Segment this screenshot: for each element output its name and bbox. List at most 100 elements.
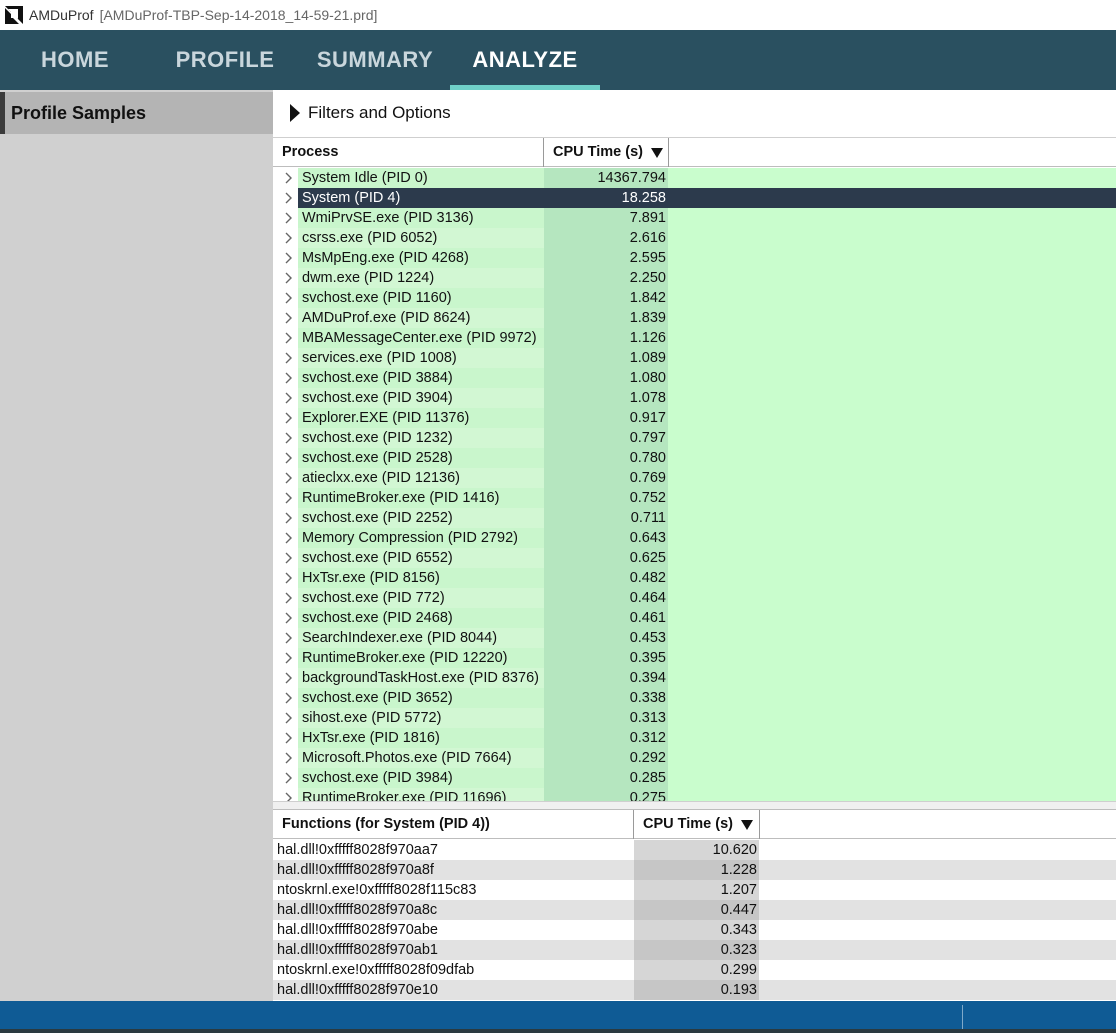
process-row[interactable]: svchost.exe (PID 1232) 0.797 [273, 428, 1116, 448]
row-filler [668, 188, 1116, 208]
process-row[interactable]: Microsoft.Photos.exe (PID 7664) 0.292 [273, 748, 1116, 768]
column-divider[interactable] [759, 810, 760, 839]
chevron-right-icon[interactable] [282, 591, 296, 605]
sort-descending-icon[interactable] [651, 148, 663, 158]
chevron-right-icon[interactable] [282, 311, 296, 325]
process-row[interactable]: HxTsr.exe (PID 8156) 0.482 [273, 568, 1116, 588]
process-row[interactable]: WmiPrvSE.exe (PID 3136) 7.891 [273, 208, 1116, 228]
process-row[interactable]: svchost.exe (PID 6552) 0.625 [273, 548, 1116, 568]
row-filler [668, 588, 1116, 608]
column-divider[interactable] [668, 138, 669, 167]
function-name-cell: hal.dll!0xfffff8028f970a8c [273, 900, 634, 920]
filters-and-options-toggle[interactable]: Filters and Options [273, 90, 1116, 136]
chevron-right-icon[interactable] [282, 191, 296, 205]
column-header-functions[interactable]: Functions (for System (PID 4)) [273, 810, 633, 839]
tab-home[interactable]: HOME [25, 30, 125, 90]
process-row[interactable]: MsMpEng.exe (PID 4268) 2.595 [273, 248, 1116, 268]
chevron-right-icon[interactable] [282, 691, 296, 705]
process-name-cell: MBAMessageCenter.exe (PID 9972) [298, 328, 544, 348]
process-row[interactable]: MBAMessageCenter.exe (PID 9972) 1.126 [273, 328, 1116, 348]
chevron-right-icon[interactable] [282, 571, 296, 585]
function-row[interactable]: hal.dll!0xfffff8028f970ab1 0.323 [273, 940, 1116, 960]
process-row[interactable]: svchost.exe (PID 3884) 1.080 [273, 368, 1116, 388]
splitter[interactable] [273, 801, 1116, 809]
column-header-cpu-time[interactable]: CPU Time (s) [544, 138, 668, 167]
function-row[interactable]: ntoskrnl.exe!0xfffff8028f115c83 1.207 [273, 880, 1116, 900]
row-filler [668, 628, 1116, 648]
chevron-right-icon[interactable] [282, 531, 296, 545]
process-name-cell: dwm.exe (PID 1224) [298, 268, 544, 288]
process-row[interactable]: Explorer.EXE (PID 11376) 0.917 [273, 408, 1116, 428]
process-row[interactable]: svchost.exe (PID 2528) 0.780 [273, 448, 1116, 468]
process-name-cell: System (PID 4) [298, 188, 544, 208]
chevron-right-icon[interactable] [282, 291, 296, 305]
tab-profile[interactable]: PROFILE [160, 30, 290, 90]
chevron-right-icon[interactable] [282, 231, 296, 245]
process-name-cell: Explorer.EXE (PID 11376) [298, 408, 544, 428]
chevron-right-icon[interactable] [282, 671, 296, 685]
function-row[interactable]: hal.dll!0xfffff8028f970a8c 0.447 [273, 900, 1116, 920]
process-row[interactable]: sihost.exe (PID 5772) 0.313 [273, 708, 1116, 728]
process-row[interactable]: System (PID 4) 18.258 [273, 188, 1116, 208]
process-row[interactable]: Memory Compression (PID 2792) 0.643 [273, 528, 1116, 548]
chevron-right-icon[interactable] [282, 751, 296, 765]
process-row[interactable]: backgroundTaskHost.exe (PID 8376) 0.394 [273, 668, 1116, 688]
process-row[interactable]: svchost.exe (PID 1160) 1.842 [273, 288, 1116, 308]
process-row[interactable]: csrss.exe (PID 6052) 2.616 [273, 228, 1116, 248]
process-row[interactable]: RuntimeBroker.exe (PID 1416) 0.752 [273, 488, 1116, 508]
process-row[interactable]: atieclxx.exe (PID 12136) 0.769 [273, 468, 1116, 488]
process-row[interactable]: svchost.exe (PID 3904) 1.078 [273, 388, 1116, 408]
process-row[interactable]: services.exe (PID 1008) 1.089 [273, 348, 1116, 368]
function-row[interactable]: hal.dll!0xfffff8028f970aa7 10.620 [273, 840, 1116, 860]
process-row[interactable]: System Idle (PID 0) 14367.794 [273, 168, 1116, 188]
tab-summary[interactable]: SUMMARY [305, 30, 445, 90]
column-header-process[interactable]: Process [273, 138, 543, 167]
chevron-right-icon[interactable] [282, 171, 296, 185]
chevron-right-icon[interactable] [282, 511, 296, 525]
chevron-right-icon[interactable] [282, 431, 296, 445]
sort-descending-icon[interactable] [741, 820, 753, 830]
process-row[interactable]: svchost.exe (PID 3652) 0.338 [273, 688, 1116, 708]
chevron-right-icon[interactable] [282, 351, 296, 365]
process-name-cell: atieclxx.exe (PID 12136) [298, 468, 544, 488]
chevron-right-icon[interactable] [282, 271, 296, 285]
chevron-right-icon[interactable] [282, 551, 296, 565]
chevron-right-icon[interactable] [282, 611, 296, 625]
chevron-right-icon[interactable] [282, 711, 296, 725]
process-row[interactable]: AMDuProf.exe (PID 8624) 1.839 [273, 308, 1116, 328]
chevron-right-icon[interactable] [282, 771, 296, 785]
sidebar-item-profile-samples[interactable]: Profile Samples [0, 92, 273, 134]
chevron-right-icon[interactable] [282, 211, 296, 225]
function-row[interactable]: hal.dll!0xfffff8028f970a8f 1.228 [273, 860, 1116, 880]
row-filler [759, 940, 1116, 960]
chevron-right-icon[interactable] [282, 251, 296, 265]
chevron-right-icon[interactable] [282, 471, 296, 485]
process-row[interactable]: RuntimeBroker.exe (PID 12220) 0.395 [273, 648, 1116, 668]
row-filler [668, 768, 1116, 788]
chevron-right-icon[interactable] [282, 331, 296, 345]
process-row[interactable]: HxTsr.exe (PID 1816) 0.312 [273, 728, 1116, 748]
function-cpu-time-cell: 1.228 [634, 860, 759, 880]
chevron-right-icon[interactable] [282, 491, 296, 505]
chevron-right-icon[interactable] [282, 451, 296, 465]
process-name-cell: svchost.exe (PID 2468) [298, 608, 544, 628]
chevron-right-icon[interactable] [282, 631, 296, 645]
process-row[interactable]: svchost.exe (PID 3984) 0.285 [273, 768, 1116, 788]
process-row[interactable]: svchost.exe (PID 2468) 0.461 [273, 608, 1116, 628]
process-row[interactable]: SearchIndexer.exe (PID 8044) 0.453 [273, 628, 1116, 648]
row-filler [668, 248, 1116, 268]
function-row[interactable]: ntoskrnl.exe!0xfffff8028f09dfab 0.299 [273, 960, 1116, 980]
process-row[interactable]: svchost.exe (PID 772) 0.464 [273, 588, 1116, 608]
process-row[interactable]: dwm.exe (PID 1224) 2.250 [273, 268, 1116, 288]
process-row[interactable]: RuntimeBroker.exe (PID 11696) 0.275 [273, 788, 1116, 802]
process-row[interactable]: svchost.exe (PID 2252) 0.711 [273, 508, 1116, 528]
function-row[interactable]: hal.dll!0xfffff8028f970abe 0.343 [273, 920, 1116, 940]
row-filler [759, 980, 1116, 1000]
chevron-right-icon[interactable] [282, 731, 296, 745]
chevron-right-icon[interactable] [282, 411, 296, 425]
tab-analyze[interactable]: ANALYZE [450, 30, 600, 90]
chevron-right-icon[interactable] [282, 651, 296, 665]
chevron-right-icon[interactable] [282, 371, 296, 385]
function-row[interactable]: hal.dll!0xfffff8028f970e10 0.193 [273, 980, 1116, 1000]
chevron-right-icon[interactable] [282, 391, 296, 405]
